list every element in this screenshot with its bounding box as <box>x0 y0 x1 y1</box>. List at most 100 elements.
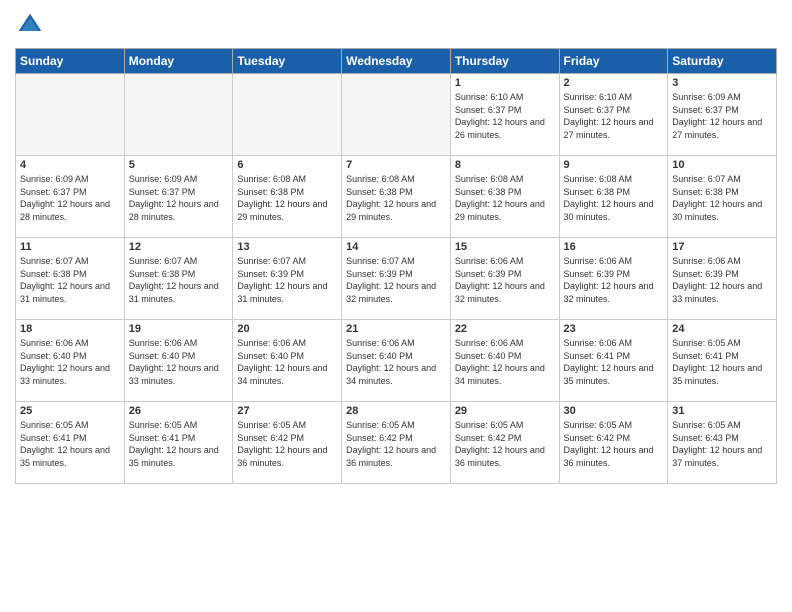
header <box>15 10 777 40</box>
calendar-cell: 19 Sunrise: 6:06 AMSunset: 6:40 PMDaylig… <box>124 320 233 402</box>
logo <box>15 10 49 40</box>
day-number: 7 <box>346 159 446 171</box>
day-number: 13 <box>237 241 337 253</box>
day-info: Sunrise: 6:08 AMSunset: 6:38 PMDaylight:… <box>346 173 446 223</box>
day-number: 2 <box>564 77 664 89</box>
week-row-3: 18 Sunrise: 6:06 AMSunset: 6:40 PMDaylig… <box>16 320 777 402</box>
calendar-cell: 21 Sunrise: 6:06 AMSunset: 6:40 PMDaylig… <box>342 320 451 402</box>
day-number: 21 <box>346 323 446 335</box>
calendar-cell: 1 Sunrise: 6:10 AMSunset: 6:37 PMDayligh… <box>450 74 559 156</box>
day-number: 11 <box>20 241 120 253</box>
week-row-1: 4 Sunrise: 6:09 AMSunset: 6:37 PMDayligh… <box>16 156 777 238</box>
calendar-cell: 11 Sunrise: 6:07 AMSunset: 6:38 PMDaylig… <box>16 238 125 320</box>
day-info: Sunrise: 6:08 AMSunset: 6:38 PMDaylight:… <box>237 173 337 223</box>
day-info: Sunrise: 6:06 AMSunset: 6:40 PMDaylight:… <box>237 337 337 387</box>
day-info: Sunrise: 6:07 AMSunset: 6:38 PMDaylight:… <box>20 255 120 305</box>
day-number: 6 <box>237 159 337 171</box>
calendar-cell: 7 Sunrise: 6:08 AMSunset: 6:38 PMDayligh… <box>342 156 451 238</box>
weekday-saturday: Saturday <box>668 49 777 74</box>
day-info: Sunrise: 6:10 AMSunset: 6:37 PMDaylight:… <box>564 91 664 141</box>
calendar-cell: 10 Sunrise: 6:07 AMSunset: 6:38 PMDaylig… <box>668 156 777 238</box>
day-info: Sunrise: 6:06 AMSunset: 6:40 PMDaylight:… <box>455 337 555 387</box>
day-number: 25 <box>20 405 120 417</box>
calendar-cell: 31 Sunrise: 6:05 AMSunset: 6:43 PMDaylig… <box>668 402 777 484</box>
day-number: 28 <box>346 405 446 417</box>
weekday-tuesday: Tuesday <box>233 49 342 74</box>
week-row-0: 1 Sunrise: 6:10 AMSunset: 6:37 PMDayligh… <box>16 74 777 156</box>
calendar-cell: 6 Sunrise: 6:08 AMSunset: 6:38 PMDayligh… <box>233 156 342 238</box>
day-info: Sunrise: 6:05 AMSunset: 6:42 PMDaylight:… <box>564 419 664 469</box>
day-info: Sunrise: 6:05 AMSunset: 6:41 PMDaylight:… <box>129 419 229 469</box>
day-info: Sunrise: 6:10 AMSunset: 6:37 PMDaylight:… <box>455 91 555 141</box>
day-info: Sunrise: 6:05 AMSunset: 6:42 PMDaylight:… <box>237 419 337 469</box>
week-row-2: 11 Sunrise: 6:07 AMSunset: 6:38 PMDaylig… <box>16 238 777 320</box>
day-number: 1 <box>455 77 555 89</box>
weekday-header-row: SundayMondayTuesdayWednesdayThursdayFrid… <box>16 49 777 74</box>
day-info: Sunrise: 6:05 AMSunset: 6:41 PMDaylight:… <box>20 419 120 469</box>
day-info: Sunrise: 6:05 AMSunset: 6:42 PMDaylight:… <box>346 419 446 469</box>
calendar-cell: 23 Sunrise: 6:06 AMSunset: 6:41 PMDaylig… <box>559 320 668 402</box>
day-number: 20 <box>237 323 337 335</box>
day-info: Sunrise: 6:05 AMSunset: 6:41 PMDaylight:… <box>672 337 772 387</box>
day-info: Sunrise: 6:06 AMSunset: 6:40 PMDaylight:… <box>129 337 229 387</box>
day-number: 15 <box>455 241 555 253</box>
calendar-cell: 8 Sunrise: 6:08 AMSunset: 6:38 PMDayligh… <box>450 156 559 238</box>
calendar-cell <box>124 74 233 156</box>
day-info: Sunrise: 6:06 AMSunset: 6:40 PMDaylight:… <box>346 337 446 387</box>
day-info: Sunrise: 6:07 AMSunset: 6:39 PMDaylight:… <box>237 255 337 305</box>
day-number: 9 <box>564 159 664 171</box>
calendar-cell: 4 Sunrise: 6:09 AMSunset: 6:37 PMDayligh… <box>16 156 125 238</box>
day-number: 19 <box>129 323 229 335</box>
calendar-cell: 9 Sunrise: 6:08 AMSunset: 6:38 PMDayligh… <box>559 156 668 238</box>
weekday-thursday: Thursday <box>450 49 559 74</box>
day-number: 26 <box>129 405 229 417</box>
calendar-cell: 14 Sunrise: 6:07 AMSunset: 6:39 PMDaylig… <box>342 238 451 320</box>
calendar-cell: 26 Sunrise: 6:05 AMSunset: 6:41 PMDaylig… <box>124 402 233 484</box>
day-number: 4 <box>20 159 120 171</box>
day-info: Sunrise: 6:06 AMSunset: 6:39 PMDaylight:… <box>672 255 772 305</box>
calendar-cell <box>342 74 451 156</box>
day-number: 31 <box>672 405 772 417</box>
weekday-sunday: Sunday <box>16 49 125 74</box>
calendar-cell: 30 Sunrise: 6:05 AMSunset: 6:42 PMDaylig… <box>559 402 668 484</box>
calendar-cell: 29 Sunrise: 6:05 AMSunset: 6:42 PMDaylig… <box>450 402 559 484</box>
day-info: Sunrise: 6:09 AMSunset: 6:37 PMDaylight:… <box>129 173 229 223</box>
calendar-cell: 17 Sunrise: 6:06 AMSunset: 6:39 PMDaylig… <box>668 238 777 320</box>
calendar-cell: 28 Sunrise: 6:05 AMSunset: 6:42 PMDaylig… <box>342 402 451 484</box>
calendar-cell: 27 Sunrise: 6:05 AMSunset: 6:42 PMDaylig… <box>233 402 342 484</box>
day-number: 17 <box>672 241 772 253</box>
weekday-wednesday: Wednesday <box>342 49 451 74</box>
day-info: Sunrise: 6:07 AMSunset: 6:38 PMDaylight:… <box>129 255 229 305</box>
calendar-cell: 12 Sunrise: 6:07 AMSunset: 6:38 PMDaylig… <box>124 238 233 320</box>
day-number: 8 <box>455 159 555 171</box>
calendar-cell: 20 Sunrise: 6:06 AMSunset: 6:40 PMDaylig… <box>233 320 342 402</box>
page: SundayMondayTuesdayWednesdayThursdayFrid… <box>0 0 792 612</box>
day-info: Sunrise: 6:09 AMSunset: 6:37 PMDaylight:… <box>672 91 772 141</box>
calendar-cell <box>16 74 125 156</box>
calendar-cell: 2 Sunrise: 6:10 AMSunset: 6:37 PMDayligh… <box>559 74 668 156</box>
day-number: 10 <box>672 159 772 171</box>
day-number: 5 <box>129 159 229 171</box>
day-number: 27 <box>237 405 337 417</box>
day-info: Sunrise: 6:08 AMSunset: 6:38 PMDaylight:… <box>564 173 664 223</box>
day-number: 24 <box>672 323 772 335</box>
calendar-cell: 22 Sunrise: 6:06 AMSunset: 6:40 PMDaylig… <box>450 320 559 402</box>
day-number: 23 <box>564 323 664 335</box>
day-number: 29 <box>455 405 555 417</box>
day-info: Sunrise: 6:09 AMSunset: 6:37 PMDaylight:… <box>20 173 120 223</box>
day-info: Sunrise: 6:08 AMSunset: 6:38 PMDaylight:… <box>455 173 555 223</box>
day-number: 18 <box>20 323 120 335</box>
day-info: Sunrise: 6:07 AMSunset: 6:38 PMDaylight:… <box>672 173 772 223</box>
weekday-friday: Friday <box>559 49 668 74</box>
calendar-cell: 16 Sunrise: 6:06 AMSunset: 6:39 PMDaylig… <box>559 238 668 320</box>
day-info: Sunrise: 6:06 AMSunset: 6:41 PMDaylight:… <box>564 337 664 387</box>
calendar-cell: 3 Sunrise: 6:09 AMSunset: 6:37 PMDayligh… <box>668 74 777 156</box>
day-info: Sunrise: 6:07 AMSunset: 6:39 PMDaylight:… <box>346 255 446 305</box>
day-info: Sunrise: 6:06 AMSunset: 6:39 PMDaylight:… <box>564 255 664 305</box>
day-number: 3 <box>672 77 772 89</box>
day-number: 14 <box>346 241 446 253</box>
day-number: 16 <box>564 241 664 253</box>
calendar-cell: 13 Sunrise: 6:07 AMSunset: 6:39 PMDaylig… <box>233 238 342 320</box>
calendar-table: SundayMondayTuesdayWednesdayThursdayFrid… <box>15 48 777 484</box>
calendar-cell: 18 Sunrise: 6:06 AMSunset: 6:40 PMDaylig… <box>16 320 125 402</box>
